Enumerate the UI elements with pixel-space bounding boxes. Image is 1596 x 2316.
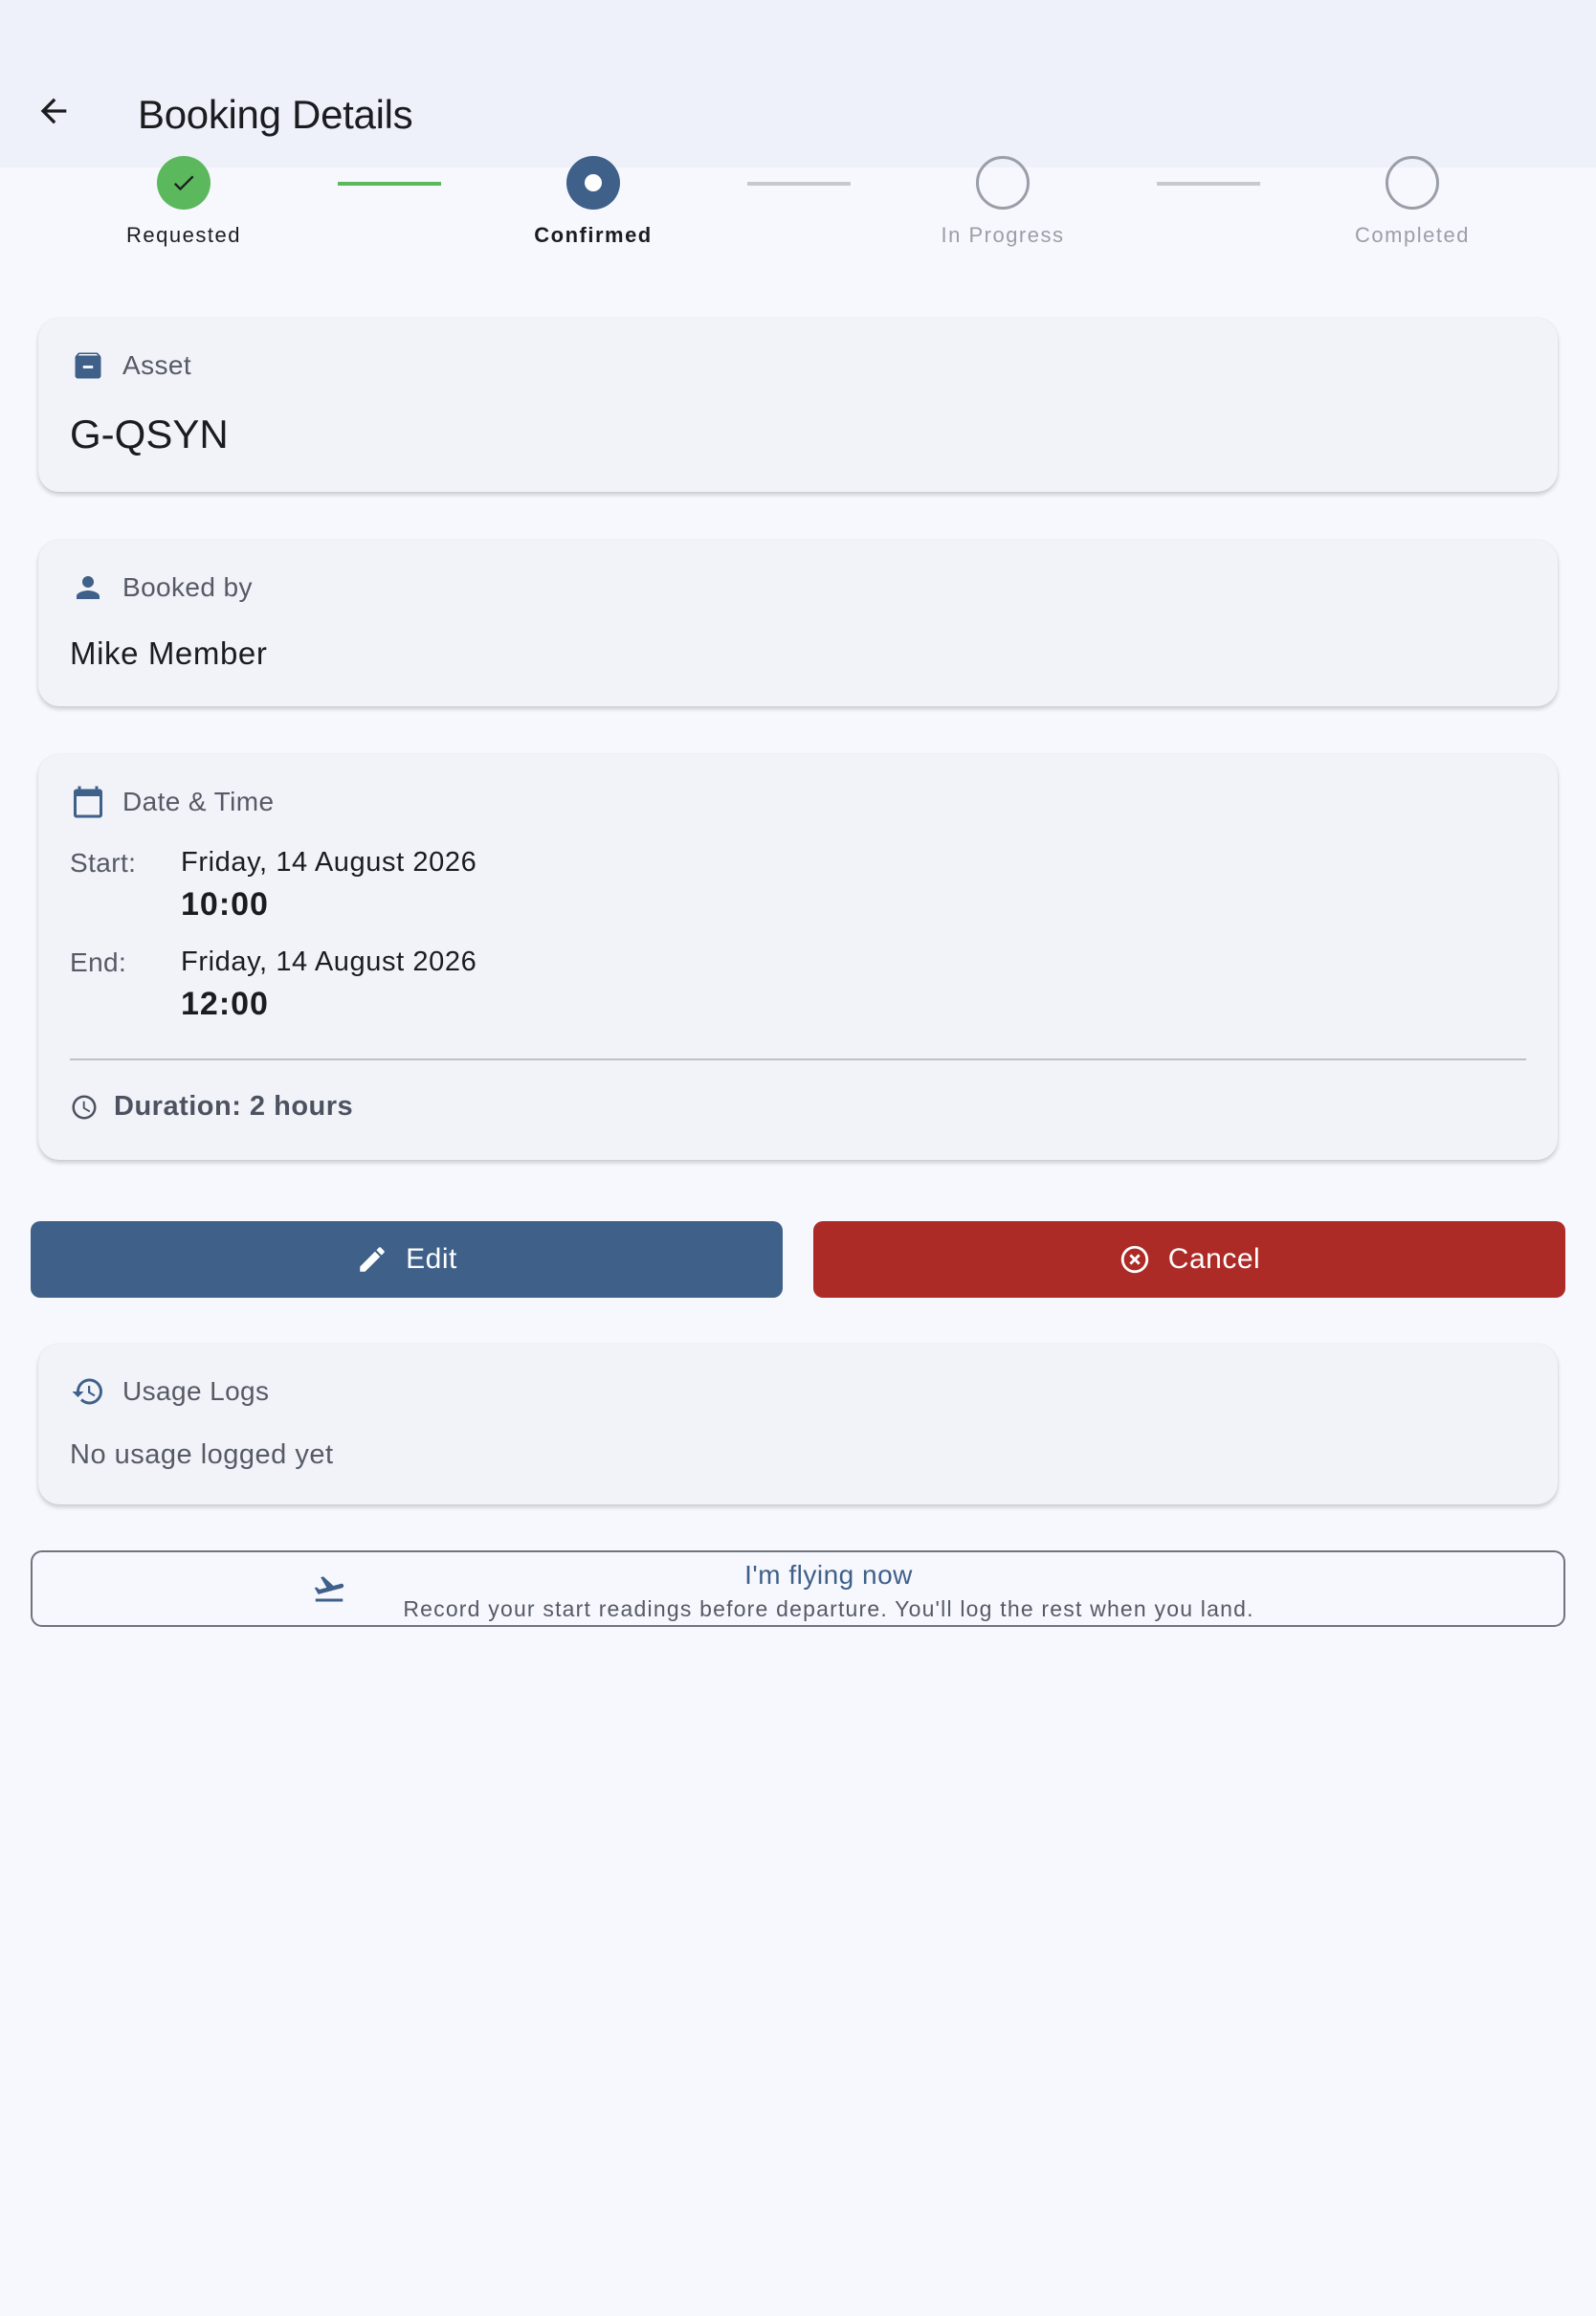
asset-card: Asset G-QSYN [38, 318, 1558, 492]
asset-registration: G-QSYN [70, 412, 229, 457]
active-dot [585, 174, 602, 191]
divider [70, 1058, 1526, 1060]
edit-button-label: Edit [406, 1243, 457, 1275]
cancel-button[interactable]: Cancel [813, 1221, 1565, 1298]
duration-row: Duration: 2 hours [70, 1091, 353, 1123]
usage-logs-card: Usage Logs No usage logged yet [38, 1344, 1558, 1504]
edit-button[interactable]: Edit [31, 1221, 783, 1298]
asset-label: Asset [122, 350, 192, 380]
cancel-circle-icon [1120, 1245, 1148, 1274]
end-label: End: [70, 947, 127, 977]
archive-icon [71, 348, 105, 383]
step-label: Requested [126, 223, 241, 247]
arrow-back-icon [40, 98, 67, 124]
end-time: 12:00 [181, 986, 269, 1022]
start-date: Friday, 14 August 2026 [181, 847, 477, 878]
flying-now-title: I'm flying now [744, 1560, 913, 1590]
app-bar: Booking Details [0, 0, 1596, 167]
asset-card-header: Asset [71, 348, 191, 383]
page-title: Booking Details [138, 92, 413, 137]
date-time-label: Date & Time [122, 787, 275, 816]
step-pending-circle [1385, 156, 1439, 210]
start-label: Start: [70, 848, 137, 878]
booking-status-stepper: Requested Confirmed In Progress Complete… [0, 156, 1596, 263]
flying-now-button[interactable]: I'm flying now Record your start reading… [31, 1550, 1565, 1627]
booked-by-card: Booked by Mike Member [38, 540, 1558, 706]
usage-logs-label: Usage Logs [122, 1376, 270, 1406]
booked-by-name: Mike Member [70, 635, 268, 671]
step-label: In Progress [941, 223, 1065, 247]
check-icon [173, 175, 194, 191]
flying-now-subtitle: Record your start readings before depart… [403, 1596, 1254, 1621]
duration-text: Duration: 2 hours [114, 1091, 354, 1122]
person-icon [71, 570, 105, 605]
back-button[interactable] [23, 80, 84, 142]
clock-icon [70, 1093, 99, 1122]
booked-by-header: Booked by [71, 570, 253, 605]
step-done-circle [157, 156, 211, 210]
stepper-connector-1 [338, 182, 441, 186]
pencil-icon [360, 1247, 385, 1272]
step-pending-circle [976, 156, 1030, 210]
usage-logs-empty: No usage logged yet [70, 1439, 334, 1470]
date-time-card: Date & Time Start: Friday, 14 August 202… [38, 754, 1558, 1160]
date-time-header: Date & Time [71, 785, 274, 819]
step-label: Confirmed [534, 223, 653, 247]
step-active-circle [566, 156, 620, 210]
cancel-button-label: Cancel [1167, 1243, 1261, 1275]
stepper-connector-2 [747, 182, 851, 186]
history-icon [71, 1374, 105, 1409]
step-label: Completed [1355, 223, 1470, 247]
stepper-connector-3 [1157, 182, 1260, 186]
start-time: 10:00 [181, 886, 269, 923]
usage-logs-header: Usage Logs [71, 1374, 269, 1409]
booked-by-label: Booked by [122, 572, 253, 602]
end-date: Friday, 14 August 2026 [181, 946, 477, 977]
calendar-icon [71, 785, 105, 819]
